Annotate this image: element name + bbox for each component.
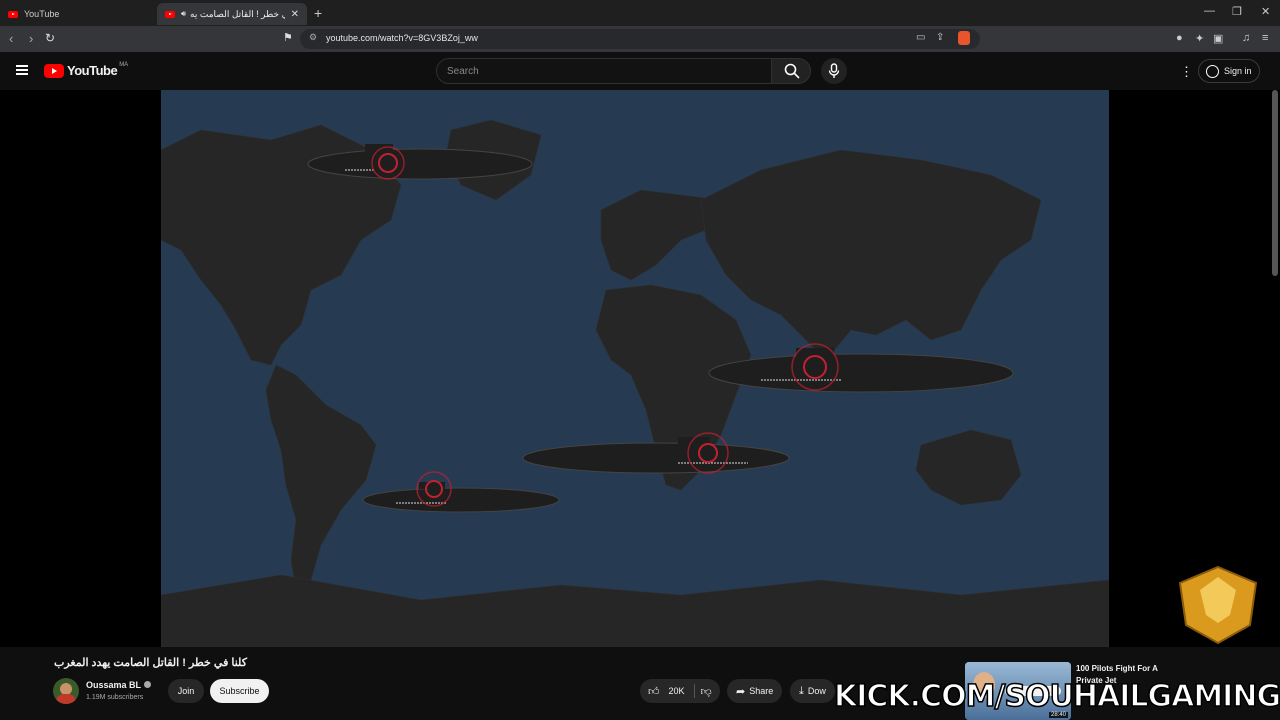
forward-arrow-icon[interactable]: › — [29, 31, 33, 46]
video-player[interactable] — [0, 90, 1280, 647]
wallet-icon[interactable]: ▣ — [1213, 32, 1223, 45]
settings-kebab-icon[interactable]: ⋮ — [1180, 64, 1193, 80]
country-code: MA — [119, 61, 129, 68]
video-title: كلنا في خطر ! القاتل الصامت يهدد المغرب — [54, 657, 247, 669]
search-input[interactable]: Search — [436, 58, 772, 84]
search-button[interactable] — [771, 58, 811, 84]
sign-in-label: Sign in — [1224, 66, 1252, 76]
thumbs-up-icon[interactable]: 👍︎ — [648, 685, 660, 698]
account-icon — [1206, 64, 1219, 78]
share-button[interactable]: ➦ Share — [727, 679, 783, 703]
site-info-icon[interactable]: ⚙ — [309, 32, 317, 43]
sign-in-button[interactable]: Sign in — [1198, 59, 1260, 83]
download-button[interactable]: ⤓ Dow — [790, 679, 835, 703]
video-info: كلنا في خطر ! القاتل الصامت يهدد المغرب … — [0, 647, 1280, 720]
like-dislike-group: 👍︎ 20K 👎︎ — [640, 679, 720, 703]
logo-text: YouTube — [67, 63, 118, 78]
download-icon: ⤓ — [799, 684, 804, 697]
speaker-icon[interactable]: 🔊︎ — [181, 9, 186, 19]
youtube-header: YouTube MA Search ⋮ Sign in — [0, 52, 1280, 90]
submarine-marker — [362, 471, 560, 513]
cast-icon[interactable]: ▭ — [916, 32, 925, 43]
kick-watermark-text: KICK.COM/SOUHAILGAMING — [833, 678, 1280, 715]
close-tab-icon[interactable]: ✕ — [291, 9, 299, 20]
page-scrollbar[interactable] — [1272, 90, 1278, 276]
youtube-logo[interactable]: YouTube MA — [44, 61, 129, 78]
submarine-marker — [708, 343, 1014, 393]
channel-name[interactable]: Oussama BL — [86, 680, 152, 690]
tab-label: YouTube — [24, 9, 60, 19]
tab-label: كلنا في خطر ! القاتل الصامت يه — [190, 8, 285, 19]
channel-name-text: Oussama BL — [86, 680, 142, 690]
video-frame[interactable] — [161, 90, 1109, 647]
join-button[interactable]: Join — [168, 679, 204, 703]
tab-youtube[interactable]: YouTube — [0, 3, 150, 25]
browser-menu-icon[interactable]: ≡ — [1262, 32, 1268, 44]
url-text: youtube.com/watch?v=8GV3BZoj_ww — [326, 33, 478, 43]
url-field[interactable]: ⚙ youtube.com/watch?v=8GV3BZoj_ww ▭ ⇪ — [300, 29, 980, 49]
subscriber-count: 1.19M subscribers — [86, 694, 144, 701]
address-bar-row: ‹ › ↻ ⚑ ⚙ youtube.com/watch?v=8GV3BZoj_w… — [0, 26, 1280, 52]
browser-tab-bar: YouTube 🔊︎ كلنا في خطر ! القاتل الصامت ي… — [0, 0, 1280, 26]
back-arrow-icon[interactable]: ‹ — [9, 31, 13, 46]
new-tab-button[interactable]: + — [314, 5, 322, 21]
thumbs-down-icon[interactable]: 👎︎ — [701, 685, 712, 698]
download-label: Dow — [807, 686, 826, 696]
bookmark-icon[interactable]: ⚑ — [283, 31, 293, 44]
minimize-button[interactable]: — — [1204, 5, 1215, 17]
share-label: Share — [749, 686, 774, 696]
tab-active-video[interactable]: 🔊︎ كلنا في خطر ! القاتل الصامت يه ✕ — [157, 3, 307, 25]
close-window-button[interactable]: ✕ — [1261, 5, 1270, 18]
submarine-marker — [307, 144, 533, 180]
brave-shield-icon[interactable] — [958, 31, 970, 45]
search-icon — [784, 63, 800, 79]
channel-avatar[interactable] — [53, 678, 79, 704]
youtube-favicon-icon — [165, 10, 175, 18]
share-page-icon[interactable]: ⇪ — [936, 32, 944, 43]
subscribe-button[interactable]: Subscribe — [210, 679, 269, 703]
kick-watermark-overlay: KICK.COM/SOUHAILGAMING — [833, 678, 1280, 715]
like-count[interactable]: 20K — [669, 686, 685, 696]
search-placeholder: Search — [447, 66, 479, 77]
extensions-icon[interactable]: ✦ — [1195, 32, 1204, 45]
youtube-favicon-icon — [8, 10, 18, 18]
hamburger-icon[interactable] — [16, 65, 28, 75]
youtube-play-icon — [44, 63, 64, 78]
verified-icon — [144, 681, 152, 688]
share-icon: ➦ — [736, 685, 746, 698]
extension-dot-icon[interactable]: ● — [1176, 32, 1183, 44]
souhail-gaming-logo — [1178, 565, 1258, 645]
mic-icon — [828, 63, 840, 78]
maximize-button[interactable]: ❐ — [1232, 5, 1242, 18]
voice-search-button[interactable] — [821, 58, 847, 84]
reload-icon[interactable]: ↻ — [45, 31, 55, 45]
media-icon[interactable]: ♫ — [1242, 32, 1250, 44]
